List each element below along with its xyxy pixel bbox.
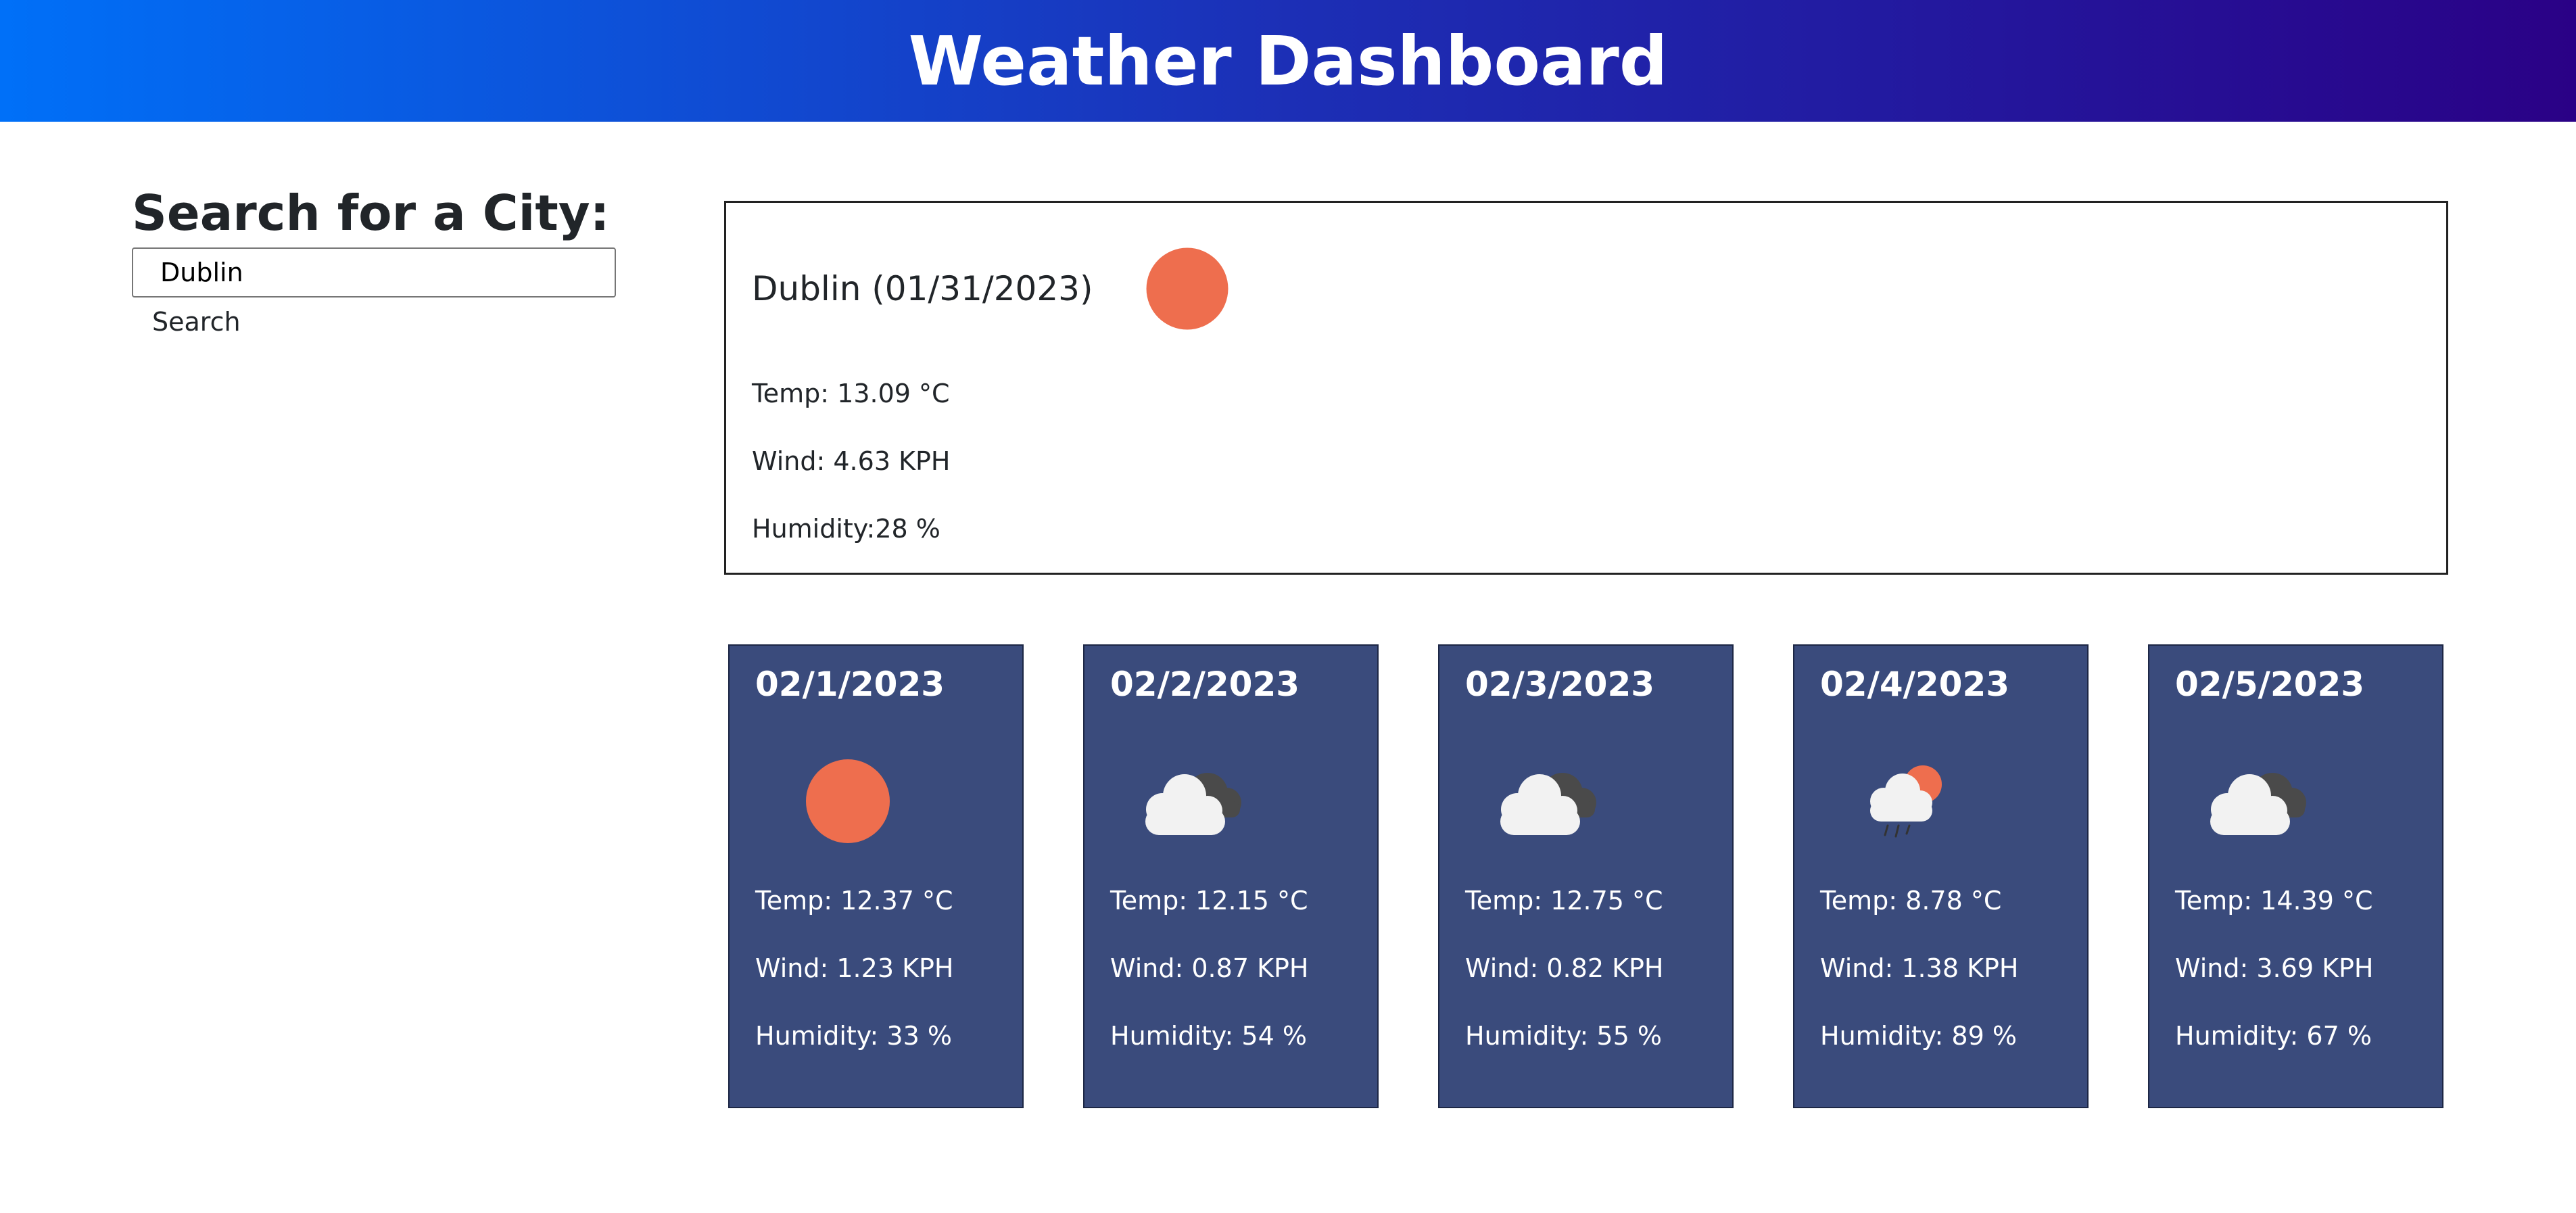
- current-wind: Wind: 4.63 KPH: [752, 446, 951, 476]
- sun-cloud-rain-icon: [1870, 765, 1942, 838]
- forecast-date: 02/2/2023: [1110, 665, 1300, 704]
- forecast-temp: Temp: 12.75 °C: [1465, 886, 1663, 915]
- forecast-wind: Wind: 1.23 KPH: [755, 953, 954, 983]
- sun-icon: [806, 759, 890, 843]
- forecast-date: 02/1/2023: [755, 665, 945, 704]
- search-title: Search for a City:: [132, 185, 610, 241]
- clouds-icon: [1500, 773, 1596, 835]
- current-city-heading: Dublin (01/31/2023): [752, 269, 1093, 308]
- forecast-temp: Temp: 8.78 °C: [1820, 886, 2002, 915]
- forecast-wind: Wind: 0.82 KPH: [1465, 953, 1664, 983]
- forecast-humidity: Humidity: 55 %: [1465, 1021, 1662, 1051]
- current-temp: Temp: 13.09 °C: [752, 379, 950, 408]
- forecast-card: 02/4/2023 Temp: 8.78 °C Wind: 1.38 KPH H…: [1793, 644, 2089, 1108]
- search-button[interactable]: Search: [152, 307, 241, 337]
- city-search-input[interactable]: [132, 247, 616, 298]
- clouds-icon: [2210, 773, 2306, 835]
- forecast-temp: Temp: 14.39 °C: [2175, 886, 2373, 915]
- header-bar: Weather Dashboard: [0, 0, 2576, 122]
- page-title: Weather Dashboard: [908, 21, 1668, 101]
- current-humidity: Humidity:28 %: [752, 514, 940, 544]
- forecast-card: 02/1/2023 Temp: 12.37 °C Wind: 1.23 KPH …: [728, 644, 1024, 1108]
- sun-icon: [1146, 247, 1228, 330]
- forecast-date: 02/5/2023: [2175, 665, 2365, 704]
- forecast-card: 02/2/2023 Temp: 12.15 °C Wind: 0.87 KPH …: [1083, 644, 1379, 1108]
- current-weather-card: Dublin (01/31/2023) Temp: 13.09 °C Wind:…: [724, 201, 2448, 575]
- forecast-wind: Wind: 1.38 KPH: [1820, 953, 2019, 983]
- forecast-humidity: Humidity: 89 %: [1820, 1021, 2017, 1051]
- forecast-date: 02/3/2023: [1465, 665, 1655, 704]
- forecast-wind: Wind: 0.87 KPH: [1110, 953, 1309, 983]
- forecast-wind: Wind: 3.69 KPH: [2175, 953, 2374, 983]
- forecast-card: 02/3/2023 Temp: 12.75 °C Wind: 0.82 KPH …: [1438, 644, 1734, 1108]
- search-panel: Search for a City: Search: [132, 183, 619, 337]
- forecast-card: 02/5/2023 Temp: 14.39 °C Wind: 3.69 KPH …: [2148, 644, 2443, 1108]
- forecast-humidity: Humidity: 67 %: [2175, 1021, 2372, 1051]
- clouds-icon: [1145, 773, 1241, 835]
- forecast-date: 02/4/2023: [1820, 665, 2010, 704]
- forecast-temp: Temp: 12.15 °C: [1110, 886, 1308, 915]
- forecast-humidity: Humidity: 54 %: [1110, 1021, 1307, 1051]
- forecast-humidity: Humidity: 33 %: [755, 1021, 952, 1051]
- forecast-temp: Temp: 12.37 °C: [755, 886, 953, 915]
